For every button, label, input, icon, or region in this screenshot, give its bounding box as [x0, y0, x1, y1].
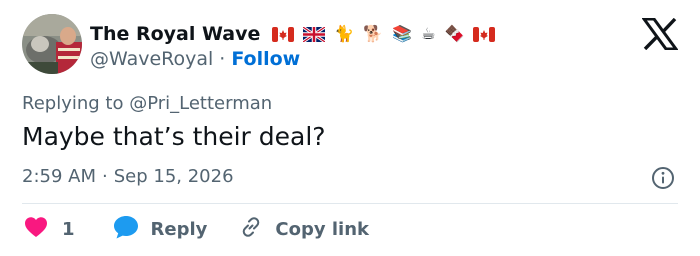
chocolate-bar-icon: 🍫: [444, 24, 465, 43]
link-icon: [239, 215, 263, 243]
separator-dot: ·: [102, 166, 108, 187]
tweet-text: Maybe that’s their deal?: [22, 122, 326, 151]
dog-icon: 🐕: [363, 24, 384, 43]
x-logo-icon[interactable]: [641, 17, 679, 51]
like-count: 1: [62, 218, 75, 240]
canada-flag-icon: [473, 26, 496, 42]
cat-icon: 🐈: [334, 24, 355, 43]
books-icon: 📚: [392, 24, 413, 43]
info-icon[interactable]: [651, 166, 675, 190]
copy-link-button[interactable]: Copy link: [239, 215, 369, 243]
tweet-date: Sep 15, 2026: [113, 166, 234, 187]
reply-button[interactable]: Reply: [113, 215, 208, 243]
uk-flag-icon: [303, 26, 326, 42]
speech-bubble-icon: [113, 215, 139, 243]
reply-label: Reply: [150, 218, 208, 240]
follow-button[interactable]: Follow: [231, 48, 300, 70]
tweet-timestamp[interactable]: 2:59 AM · Sep 15, 2026: [22, 166, 234, 187]
author-handle-row: @WaveRoyal · Follow: [90, 48, 300, 70]
replying-to-text: Replying to @Pri_Letterman: [22, 93, 273, 114]
separator-dot: ·: [219, 48, 226, 70]
canada-flag-icon: [272, 26, 295, 42]
avatar[interactable]: [22, 14, 82, 74]
tweet-time: 2:59 AM: [22, 166, 96, 187]
tweet-actions: 1 Reply Copy link: [24, 214, 369, 244]
author-display-name[interactable]: The Royal Wave: [90, 23, 260, 45]
author-handle[interactable]: @WaveRoyal: [90, 48, 213, 70]
heart-icon: [24, 216, 48, 242]
copy-link-label: Copy link: [275, 218, 369, 240]
divider: [22, 203, 678, 204]
like-button[interactable]: 1: [24, 216, 75, 242]
hot-beverage-icon: ☕: [421, 24, 436, 43]
author-name-row: The Royal Wave 🐈 🐕 📚 ☕ 🍫: [90, 21, 504, 47]
